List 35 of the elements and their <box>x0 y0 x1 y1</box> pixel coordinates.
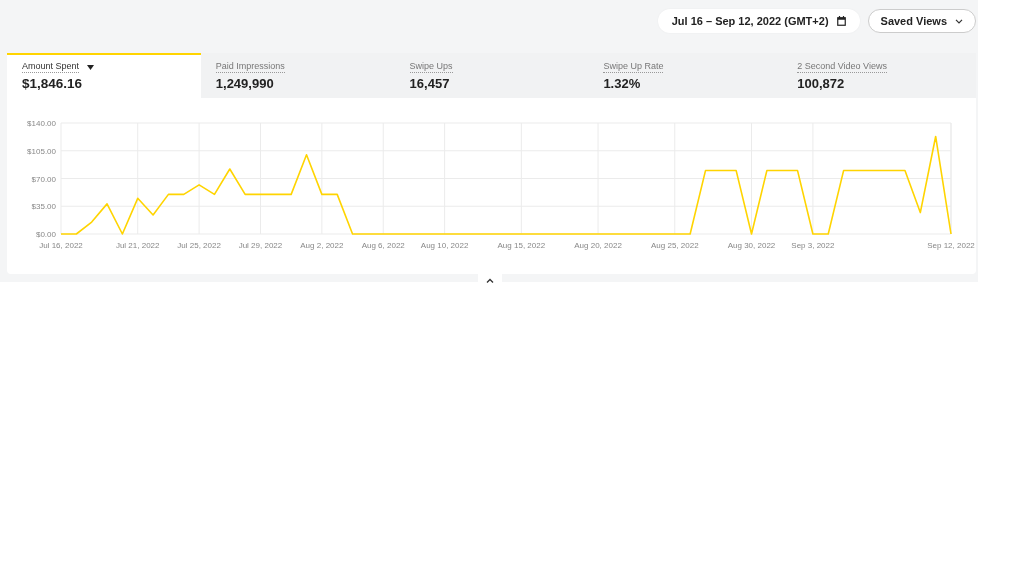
x-axis-label: Aug 30, 2022 <box>727 241 776 250</box>
y-axis-label: $35.00 <box>31 202 56 212</box>
x-axis-label: Jul 29, 2022 <box>238 241 283 250</box>
x-axis-label: Jul 16, 2022 <box>39 241 83 250</box>
date-range-button[interactable]: Jul 16 – Sep 12, 2022 (GMT+2) <box>657 9 860 33</box>
metric-label: 2 Second Video Views <box>797 61 887 73</box>
metric-value: $1,846.16 <box>22 76 84 92</box>
y-axis-label: $140.00 <box>27 119 56 128</box>
metric-value: 1.32% <box>603 76 642 92</box>
metric-value: 16,457 <box>409 76 451 92</box>
metric-label: Swipe Up Rate <box>603 61 664 73</box>
calendar-icon <box>836 16 846 26</box>
caret-down-icon <box>87 64 95 70</box>
x-axis-label: Aug 15, 2022 <box>497 241 546 250</box>
y-axis-label: $70.00 <box>31 174 56 184</box>
metric-value: 1,249,990 <box>215 76 275 92</box>
x-axis-label: Aug 10, 2022 <box>420 241 469 250</box>
metric-label: Swipe Ups <box>409 61 453 73</box>
chevron-up-icon <box>486 277 494 283</box>
x-axis-label: Jul 21, 2022 <box>115 241 160 250</box>
x-axis-label: Aug 6, 2022 <box>361 241 405 250</box>
x-axis-label: Sep 3, 2022 <box>791 241 835 250</box>
metric-tab[interactable]: Amount Spent $1,846.16 <box>7 53 201 98</box>
x-axis-label: Aug 20, 2022 <box>574 241 622 250</box>
x-axis-label: Aug 2, 2022 <box>300 241 344 250</box>
metric-value: 100,872 <box>797 76 846 92</box>
metric-label: Paid Impressions <box>215 61 285 73</box>
saved-views-dropdown[interactable]: Saved Views <box>867 9 976 33</box>
y-axis-label: $105.00 <box>27 146 56 156</box>
x-axis-label: Aug 25, 2022 <box>651 241 699 250</box>
x-axis-label: Jul 25, 2022 <box>177 241 221 250</box>
x-axis-label: Sep 12, 2022 <box>927 241 975 250</box>
metric-label: Amount Spent <box>22 61 80 73</box>
y-axis-label: $0.00 <box>35 230 56 239</box>
chevron-down-icon <box>955 18 963 24</box>
